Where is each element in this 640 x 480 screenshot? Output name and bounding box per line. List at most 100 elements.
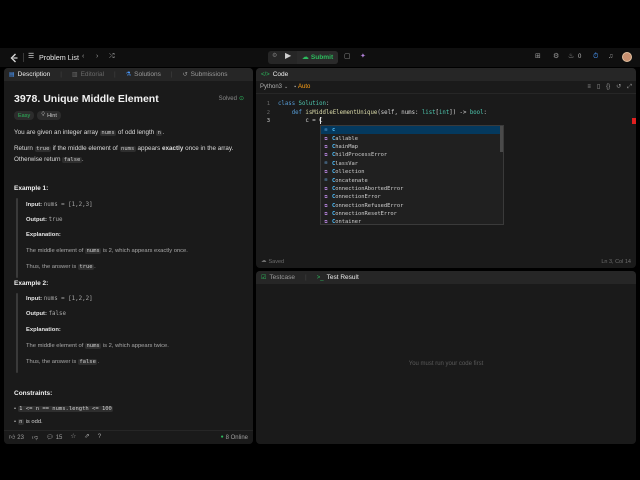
- notification-bell-icon[interactable]: ♫: [608, 53, 613, 60]
- timer-icon[interactable]: ⏱: [593, 53, 598, 60]
- autocomplete-label: ChildProcessError: [332, 152, 388, 159]
- class-symbol-icon: ⧉: [324, 195, 328, 201]
- code-toolbar: Python3 ⌄ ▪ Auto ≡ ▯ {} ↺ ⤢: [256, 81, 636, 94]
- code-editor[interactable]: 1 class Solution: 2 def isMiddleElementUni…: [256, 94, 636, 254]
- problem-list-icon[interactable]: ☰: [28, 53, 34, 60]
- star-icon[interactable]: ☆: [70, 434, 76, 441]
- bookmark-icon[interactable]: ▯: [597, 84, 600, 90]
- format-icon[interactable]: ≡: [587, 84, 591, 90]
- lightbulb-icon: 💡︎: [41, 111, 46, 118]
- thumbs-up-icon: 👍︎: [9, 434, 16, 441]
- autocomplete-label: Callable: [332, 135, 358, 142]
- tab-solutions[interactable]: ⚗ Solutions: [126, 71, 161, 78]
- autocomplete-item[interactable]: ⧉ Collection: [321, 168, 503, 176]
- dislike-icon[interactable]: 👎︎: [32, 435, 38, 441]
- autocomplete-label: ClassVar: [332, 160, 358, 167]
- variable-symbol-icon: ⊡: [324, 161, 328, 167]
- terminal-icon: >_: [316, 274, 324, 281]
- class-symbol-icon: ⧉: [324, 136, 328, 142]
- streak-fire-icon[interactable]: ♨: [568, 53, 574, 60]
- leetcode-logo-icon[interactable]: [9, 53, 19, 63]
- tab-code[interactable]: </> Code: [261, 71, 288, 78]
- description-content: 3978. Unique Middle Element Solved ⊙ Eas…: [11, 81, 247, 444]
- line-number: 3: [266, 118, 270, 124]
- class-symbol-icon: ⧉: [324, 212, 328, 218]
- example-2-input: Input: nums = [1,2,2]: [26, 296, 93, 302]
- cursor-position: Ln 3, Col 14: [601, 258, 631, 265]
- run-button[interactable]: ▶: [285, 52, 291, 60]
- like-button[interactable]: 👍︎ 23: [9, 435, 24, 441]
- ai-sparkle-icon[interactable]: ✦: [360, 53, 366, 60]
- cloud-saved-icon: ☁: [261, 257, 267, 264]
- tab-editorial[interactable]: ▥ Editorial: [72, 71, 104, 78]
- test-result-empty: You must run your code first: [408, 361, 484, 367]
- submit-button[interactable]: ☁ Submit: [297, 51, 338, 64]
- code-panel: </> Code Python3 ⌄ ▪ Auto ≡ ▯ {} ↺ ⤢ 1 cl…: [256, 68, 636, 268]
- code-statusbar: ☁ Saved Ln 3, Col 14: [256, 255, 636, 268]
- autocomplete-item[interactable]: ⊡ c: [321, 126, 503, 135]
- comments-button[interactable]: 💬︎ 15: [46, 435, 62, 441]
- code-line[interactable]: class Solution:: [278, 101, 329, 107]
- example-2-explanation: The middle element of nums is 2, which a…: [26, 343, 169, 349]
- autocomplete-item[interactable]: ⧉ Callable: [321, 134, 503, 142]
- problem-title[interactable]: 3978. Unique Middle Element: [14, 93, 159, 105]
- line-number: 2: [266, 109, 270, 116]
- hint-chip[interactable]: 💡︎ Hint: [37, 111, 61, 120]
- autocomplete-item[interactable]: ⧉ ConnectionError: [321, 193, 503, 201]
- code-line[interactable]: def isMiddleElementUnique(self, nums: li…: [278, 110, 487, 116]
- constraints-heading: Constraints:: [14, 390, 53, 397]
- share-icon[interactable]: ⇗: [84, 434, 89, 441]
- example-1-input: Input: nums = [1,2,3]: [26, 202, 93, 208]
- tab-test-result[interactable]: >_ Test Result: [317, 274, 359, 281]
- coin-count: 0: [578, 54, 582, 60]
- example-1-answer: Thus, the answer is true.: [26, 264, 96, 270]
- autocomplete-label: Concatenate: [332, 177, 368, 184]
- example-1-explanation: The middle element of nums is 2, which a…: [26, 248, 188, 254]
- autocomplete-item[interactable]: ⊡ Concatenate: [321, 176, 503, 184]
- solved-status: Solved ⊙: [218, 96, 244, 102]
- autocomplete-item[interactable]: ⧉ ChainMap: [321, 143, 503, 151]
- debug-icon[interactable]: ⚙: [272, 53, 277, 59]
- shuffle-icon[interactable]: ⤮: [109, 53, 115, 60]
- reset-icon[interactable]: ↺: [616, 84, 621, 90]
- autocomplete-item[interactable]: ⧉ Container: [321, 218, 503, 226]
- settings-gear-icon[interactable]: ⚙: [553, 53, 559, 60]
- code-line[interactable]: c = C: [278, 118, 322, 124]
- layout-icon[interactable]: ⊞: [535, 53, 541, 60]
- tab-submissions[interactable]: ↺ Submissions: [183, 71, 228, 78]
- autocomplete-item[interactable]: ⧉ ConnectionResetError: [321, 210, 503, 218]
- prev-problem-icon[interactable]: ‹: [82, 53, 84, 60]
- autocomplete-item[interactable]: ⧉ ChildProcessError: [321, 151, 503, 159]
- testcase-panel: ☑ Testcase | >_ Test Result You must run…: [256, 271, 636, 444]
- tab-testcase[interactable]: ☑ Testcase: [261, 274, 295, 281]
- autocomplete-item[interactable]: ⧉ ConnectionAbortedError: [321, 185, 503, 193]
- next-problem-icon[interactable]: ›: [96, 53, 98, 60]
- autocomplete-dropdown: ⊡ c ⧉ Callable ⧉ ChainMap ⧉ ChildProcessError ⊡ C…: [320, 125, 504, 225]
- help-icon[interactable]: ?: [98, 434, 102, 441]
- auto-mode[interactable]: ▪ Auto: [294, 84, 310, 90]
- language-select[interactable]: Python3 ⌄: [260, 84, 288, 90]
- difficulty-badge[interactable]: Easy: [14, 111, 35, 120]
- code-brackets-icon: </>: [261, 71, 270, 78]
- avatar[interactable]: [622, 52, 632, 62]
- autocomplete-item[interactable]: ⊡ ClassVar: [321, 160, 503, 168]
- example-1-explanation-label: Explanation:: [26, 232, 61, 238]
- autocomplete-label: ConnectionResetError: [332, 211, 397, 218]
- note-icon[interactable]: ▢: [344, 53, 351, 60]
- problem-list-link[interactable]: Problem List: [39, 53, 79, 62]
- example-2-bar: [16, 293, 18, 373]
- lock-icon: ▪: [294, 83, 297, 90]
- statement-paragraph-1: You are given an integer array nums of o…: [14, 129, 165, 136]
- fullscreen-icon[interactable]: ⤢: [627, 84, 632, 90]
- document-icon: ▤: [9, 71, 15, 78]
- description-panel: ▤ Description | ▥ Editorial | ⚗ Solution…: [4, 68, 253, 444]
- autocomplete-item[interactable]: ⧉ ConnectionRefusedError: [321, 202, 503, 210]
- comment-icon: 💬︎: [46, 434, 54, 441]
- example-2-heading: Example 2:: [14, 280, 49, 287]
- autocomplete-label: c: [332, 127, 336, 134]
- autocomplete-scrollbar[interactable]: [500, 126, 503, 152]
- scroll-marker: [632, 118, 636, 124]
- example-2-output: Output: false: [26, 311, 67, 317]
- tab-description[interactable]: ▤ Description: [9, 71, 50, 78]
- braces-icon[interactable]: {}: [606, 84, 610, 90]
